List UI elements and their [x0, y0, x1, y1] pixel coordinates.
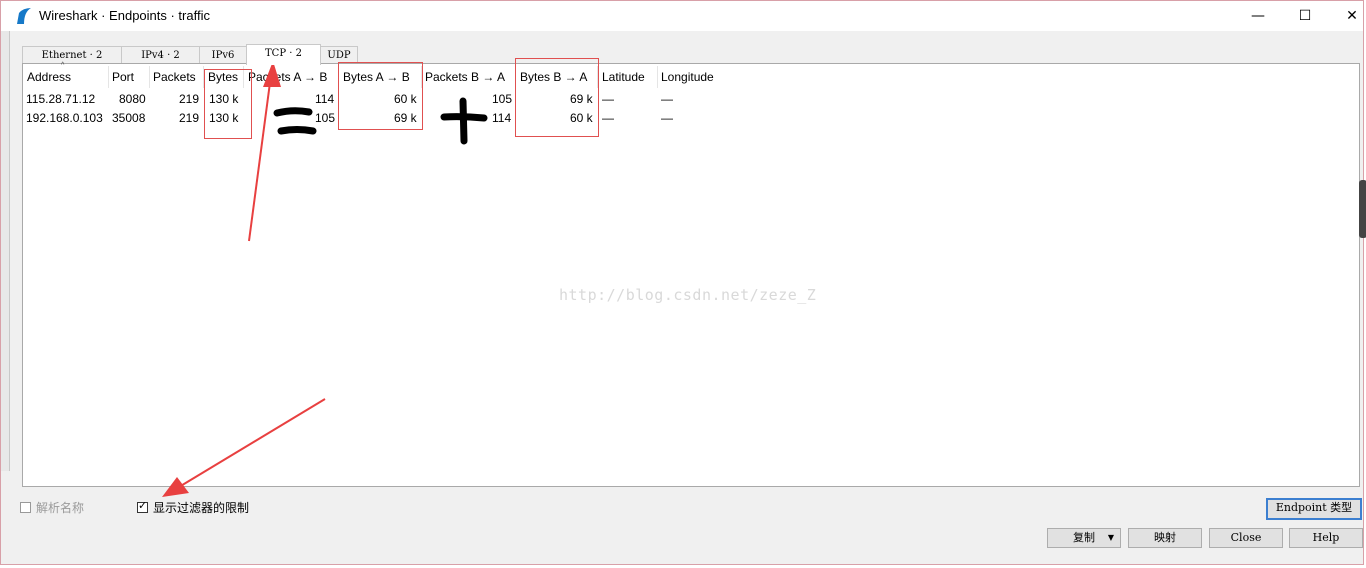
map-button[interactable]: 映射: [1128, 528, 1202, 548]
red-arrow-to-filter-checkbox-icon: [162, 398, 326, 497]
limit-to-filter-option[interactable]: 显示过滤器的限制: [137, 499, 249, 516]
endpoint-types-button[interactable]: Endpoint 类型: [1266, 498, 1362, 520]
limit-to-filter-checkbox[interactable]: [137, 499, 148, 513]
help-button[interactable]: Help: [1289, 528, 1363, 548]
endpoints-window: Wireshark · Endpoints · traffic — ☐ ✕ Et…: [0, 0, 1366, 565]
copy-button[interactable]: 复制 ▼: [1047, 528, 1121, 548]
plus-annotation-icon: [440, 97, 488, 145]
resolve-names-checkbox[interactable]: [20, 502, 31, 513]
chevron-down-icon: ▼: [1107, 533, 1114, 542]
copy-button-label: 复制: [1073, 531, 1095, 544]
red-arrow-to-tcp-tab-icon: [248, 61, 281, 242]
annotation-overlay: [162, 61, 488, 497]
limit-to-filter-label: 显示过滤器的限制: [153, 501, 250, 515]
resolve-names-option[interactable]: 解析名称: [20, 499, 84, 516]
resolve-names-label: 解析名称: [36, 501, 85, 515]
close-button[interactable]: Close: [1209, 528, 1283, 548]
equals-annotation-icon: [273, 107, 317, 135]
tab-tcp[interactable]: TCP · 2: [246, 44, 321, 65]
